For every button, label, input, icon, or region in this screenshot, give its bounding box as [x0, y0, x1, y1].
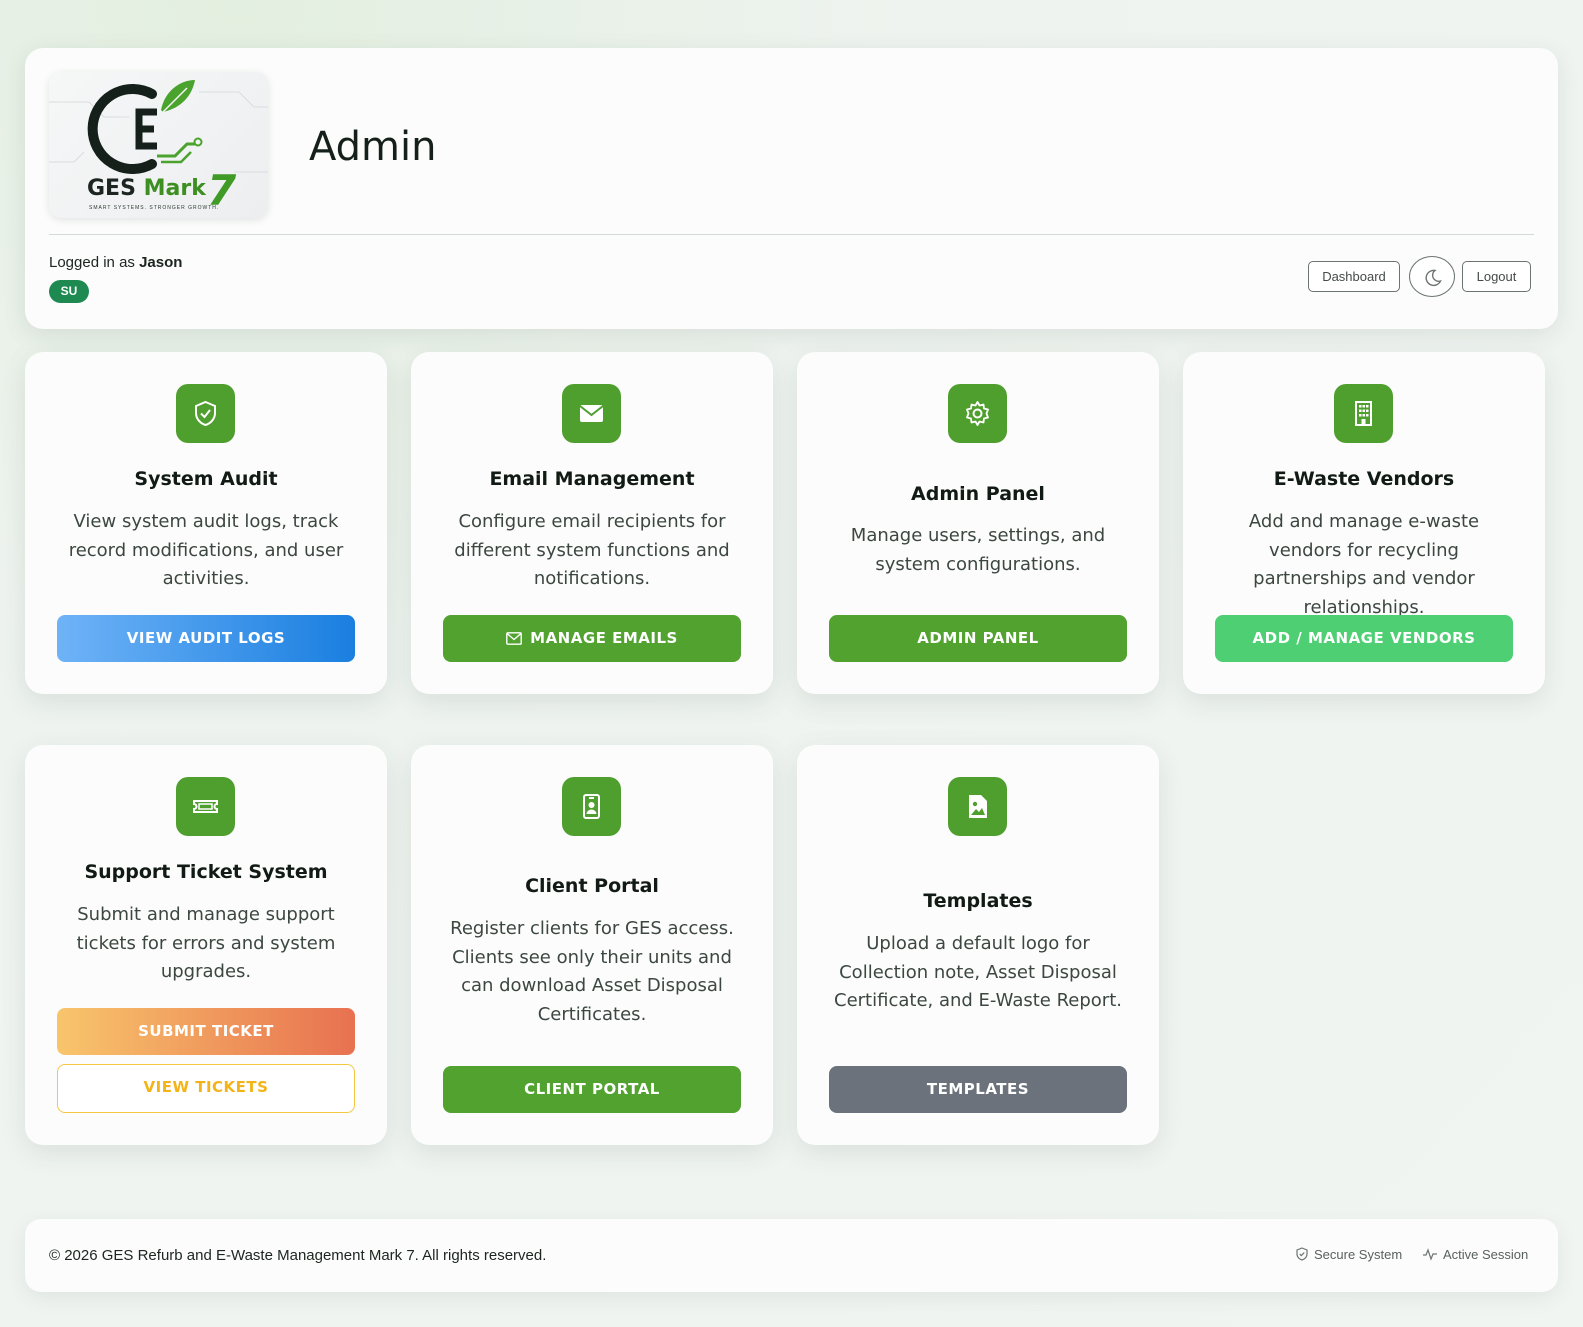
card-system-audit: System Audit View system audit logs, tra… — [25, 352, 387, 694]
logo-tagline: SMART SYSTEMS. STRONGER GROWTH. — [89, 205, 220, 211]
card-description: Submit and manage support tickets for er… — [76, 904, 336, 982]
card-icon-box — [176, 384, 235, 443]
username: Jason — [139, 254, 183, 271]
card-description: View system audit logs, track record mod… — [68, 511, 344, 589]
active-session-status: Active Session — [1422, 1247, 1528, 1262]
submit-ticket-button[interactable]: SUBMIT TICKET — [57, 1008, 355, 1055]
shield-check-icon — [195, 400, 216, 427]
card-icon-box — [948, 777, 1007, 836]
ticket-icon — [193, 800, 218, 813]
footer: © 2026 GES Refurb and E-Waste Management… — [25, 1219, 1558, 1292]
admin-panel-button[interactable]: ADMIN PANEL — [829, 615, 1127, 662]
client-portal-button[interactable]: CLIENT PORTAL — [443, 1066, 741, 1113]
logged-in-prefix: Logged in as — [49, 254, 135, 271]
card-e-waste-vendors: E-Waste Vendors Add and manage e-waste v… — [1183, 352, 1545, 694]
manage-emails-button[interactable]: MANAGE EMAILS — [443, 615, 741, 662]
card-icon-box — [948, 384, 1007, 443]
card-support-ticket-system: Support Ticket System Submit and manage … — [25, 745, 387, 1145]
secure-system-label: Secure System — [1314, 1247, 1403, 1262]
header-card: GES Mark 7 SMART SYSTEMS. STRONGER GROWT… — [25, 48, 1558, 329]
card-title: Client Portal — [525, 875, 659, 897]
card-icon-box — [562, 384, 621, 443]
card-email-management: Email Management Configure email recipie… — [411, 352, 773, 694]
activity-icon — [1423, 1248, 1437, 1261]
shield-check-icon — [1296, 1247, 1308, 1261]
card-title: Admin Panel — [911, 483, 1045, 505]
templates-button[interactable]: TEMPLATES — [829, 1066, 1127, 1113]
card-title: Support Ticket System — [84, 861, 328, 883]
card-title: Email Management — [489, 468, 695, 490]
card-templates: Templates Upload a default logo for Coll… — [797, 745, 1159, 1145]
card-title: System Audit — [134, 468, 278, 490]
secure-system-status: Secure System — [1295, 1247, 1402, 1262]
card-icon-box — [1334, 384, 1393, 443]
view-audit-logs-button[interactable]: VIEW AUDIT LOGS — [57, 615, 355, 662]
card-icon-box — [562, 777, 621, 836]
card-description: Upload a default logo for Collection not… — [834, 933, 1122, 1011]
card-title: E-Waste Vendors — [1273, 468, 1455, 490]
card-title: Templates — [923, 890, 1033, 912]
building-icon — [1355, 401, 1372, 426]
dashboard-button[interactable]: Dashboard — [1308, 261, 1400, 292]
header-divider — [49, 234, 1534, 235]
page-title: Admin — [309, 124, 437, 170]
role-badge: SU — [49, 280, 89, 303]
image-file-icon — [969, 795, 987, 818]
card-description: Add and manage e-waste vendors for recyc… — [1248, 511, 1480, 618]
card-icon-box — [176, 777, 235, 836]
theme-toggle-button[interactable] — [1409, 256, 1455, 297]
active-session-label: Active Session — [1443, 1247, 1529, 1262]
envelope-outline-icon — [506, 632, 523, 645]
card-admin-panel: Admin Panel Manage users, settings, and … — [797, 352, 1159, 694]
manage-emails-label: MANAGE EMAILS — [530, 629, 678, 647]
card-description: Configure email recipients for different… — [454, 511, 730, 589]
app-logo: GES Mark 7 SMART SYSTEMS. STRONGER GROWT… — [49, 72, 268, 218]
logged-in-text: Logged in as Jason — [49, 254, 182, 271]
add-manage-vendors-button[interactable]: ADD / MANAGE VENDORS — [1215, 615, 1513, 662]
logo-wordmark: GES Mark — [87, 176, 206, 201]
card-description: Manage users, settings, and system confi… — [850, 525, 1106, 575]
gear-icon — [966, 401, 989, 426]
card-description: Register clients for GES access. Clients… — [450, 918, 734, 1025]
copyright-text: © 2026 GES Refurb and E-Waste Management… — [49, 1247, 547, 1264]
logout-button[interactable]: Logout — [1462, 261, 1531, 292]
moon-icon — [1425, 269, 1442, 287]
view-tickets-button[interactable]: VIEW TICKETS — [57, 1064, 355, 1113]
card-client-portal: Client Portal Register clients for GES a… — [411, 745, 773, 1145]
envelope-icon — [579, 405, 604, 422]
id-badge-icon — [583, 794, 600, 819]
